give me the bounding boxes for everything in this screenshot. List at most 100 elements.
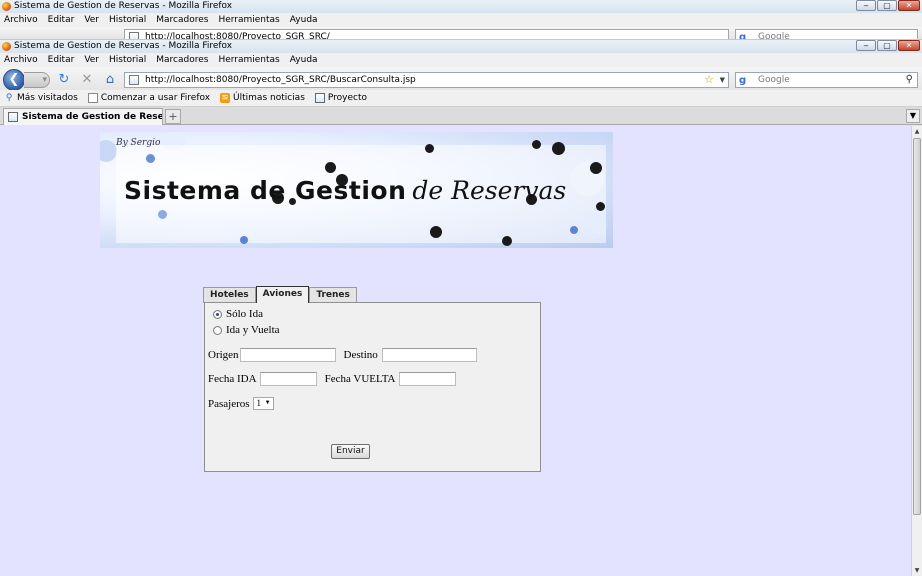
- page-content: By Sergio Sistema de Gestion de Reservas …: [0, 126, 911, 576]
- menu-archivo[interactable]: Archivo: [4, 53, 38, 67]
- browser-window: Sistema de Gestion de Reservas - Mozilla…: [0, 40, 922, 93]
- menu-marcadores[interactable]: Marcadores: [156, 53, 208, 67]
- forward-arrow-icon[interactable]: ▾: [24, 72, 50, 88]
- search-bar[interactable]: g Google ⚲: [735, 72, 918, 88]
- most-visited-icon: ⚲: [5, 93, 13, 103]
- search-icon[interactable]: ⚲: [906, 73, 913, 87]
- radio-solo-ida[interactable]: Sólo Ida: [213, 308, 263, 320]
- destino-field[interactable]: [381, 348, 477, 362]
- page-icon: [129, 32, 139, 39]
- menu-historial[interactable]: Historial: [109, 13, 146, 27]
- google-icon: g: [739, 32, 747, 40]
- origen-label: Origen: [208, 349, 239, 361]
- bookmark-comenzar[interactable]: Comenzar a usar Firefox: [84, 93, 210, 103]
- bookmark-proyecto[interactable]: Proyecto: [311, 93, 367, 103]
- destino-label: Destino: [343, 349, 378, 361]
- radio-button-selected[interactable]: [213, 309, 222, 319]
- background-title-bar: Sistema de Gestion de Reservas - Mozilla…: [0, 0, 922, 13]
- bookmark-label: Comenzar a usar Firefox: [100, 93, 211, 103]
- home-icon[interactable]: ⌂: [103, 73, 117, 87]
- radio-label: Sólo Ida: [226, 308, 263, 320]
- minimize-button[interactable]: ‒: [856, 0, 876, 11]
- bookmark-label: Proyecto: [327, 93, 368, 103]
- radio-ida-y-vuelta[interactable]: Ida y Vuelta: [213, 324, 280, 336]
- pasajeros-label: Pasajeros: [208, 397, 250, 410]
- tab-strip: Sistema de Gestion de Reservas + ▼: [0, 107, 922, 125]
- bookmarks-toolbar: ⚲ Más visitados Comenzar a usar Firefox …: [0, 90, 922, 107]
- page-icon: [87, 93, 98, 103]
- pasajeros-row: Pasajeros 1 ▼: [208, 397, 274, 410]
- menu-herramientas[interactable]: Herramientas: [218, 53, 279, 67]
- page-icon: [129, 75, 139, 85]
- scroll-up-icon[interactable]: ▲: [912, 126, 922, 137]
- bookmark-label: Últimas noticias: [233, 93, 305, 103]
- chevron-down-icon: ▼: [264, 400, 271, 406]
- new-tab-button[interactable]: +: [165, 109, 181, 124]
- firefox-icon: [2, 42, 11, 51]
- menu-ayuda[interactable]: Ayuda: [290, 53, 318, 67]
- minimize-button[interactable]: ‒: [856, 40, 876, 51]
- google-icon: g: [739, 75, 747, 86]
- bookmark-star-icon[interactable]: ☆: [704, 73, 714, 87]
- window-title: Sistema de Gestion de Reservas - Mozilla…: [14, 41, 233, 51]
- scroll-down-icon[interactable]: ▼: [912, 565, 922, 576]
- menu-bar: Archivo Editar Ver Historial Marcadores …: [0, 53, 922, 67]
- rss-icon: ≊: [220, 93, 231, 103]
- background-search-placeholder: Google: [758, 32, 790, 40]
- pasajeros-value: 1: [256, 398, 262, 408]
- bookmark-mas-visitados[interactable]: ⚲ Más visitados: [0, 93, 78, 103]
- background-window-controls: ‒ ▢ ✕: [856, 0, 920, 11]
- background-menu-bar: Archivo Editar Ver Historial Marcadores …: [0, 13, 922, 27]
- url-dropdown-icon[interactable]: ▼: [720, 73, 725, 87]
- url-bar[interactable]: http://localhost:8080/Proyecto_SGR_SRC/B…: [124, 72, 729, 88]
- url-text: http://localhost:8080/Proyecto_SGR_SRC/B…: [145, 75, 416, 85]
- tab-sistema-gestion[interactable]: Sistema de Gestion de Reservas: [3, 108, 163, 125]
- banner-title-script: de Reservas: [412, 176, 567, 205]
- tab-label: Sistema de Gestion de Reservas: [22, 112, 163, 122]
- menu-archivo[interactable]: Archivo: [4, 13, 38, 27]
- radio-button[interactable]: [213, 325, 222, 335]
- fecha-ida-label: Fecha IDA: [208, 373, 257, 385]
- stop-icon[interactable]: ✕: [80, 73, 94, 87]
- close-button[interactable]: ✕: [898, 40, 920, 51]
- menu-herramientas[interactable]: Herramientas: [218, 13, 279, 27]
- enviar-button[interactable]: Enviar: [331, 444, 370, 459]
- pasajeros-select[interactable]: 1 ▼: [252, 397, 274, 410]
- background-url-bar[interactable]: http://localhost:8080/Proyecto_SGR_SRC/: [124, 29, 729, 39]
- banner-signature: By Sergio: [116, 138, 161, 148]
- bookmark-label: Más visitados: [17, 93, 78, 103]
- origen-field[interactable]: [239, 348, 336, 362]
- menu-ver[interactable]: Ver: [84, 53, 99, 67]
- menu-historial[interactable]: Historial: [109, 53, 146, 67]
- scrollbar-thumb[interactable]: [913, 138, 921, 515]
- flight-search-form: Sólo Ida Ida y Vuelta Origen Destino Fec…: [204, 302, 541, 472]
- background-window-title: Sistema de Gestion de Reservas - Mozilla…: [14, 1, 233, 11]
- bookmark-ultimas-noticias[interactable]: ≊ Últimas noticias: [216, 93, 305, 103]
- fecha-ida-field[interactable]: [259, 372, 317, 386]
- origen-row: Origen Destino: [208, 348, 477, 362]
- list-tabs-icon[interactable]: ▼: [906, 109, 920, 123]
- menu-editar[interactable]: Editar: [48, 53, 75, 67]
- tab-trenes[interactable]: Trenes: [309, 287, 357, 303]
- title-bar: Sistema de Gestion de Reservas - Mozilla…: [0, 40, 922, 53]
- menu-editar[interactable]: Editar: [48, 13, 75, 27]
- banner-title-bold: Sistema de Gestion: [124, 176, 407, 205]
- search-placeholder: Google: [758, 75, 790, 85]
- firefox-icon: [2, 2, 11, 11]
- fecha-vuelta-field[interactable]: [398, 372, 456, 386]
- vertical-scrollbar[interactable]: ▲ ▼: [911, 126, 922, 576]
- maximize-button[interactable]: ▢: [877, 40, 897, 51]
- close-button[interactable]: ✕: [898, 0, 920, 11]
- tab-aviones[interactable]: Aviones: [255, 286, 310, 303]
- page-icon: [8, 112, 18, 122]
- menu-marcadores[interactable]: Marcadores: [156, 13, 208, 27]
- reload-icon[interactable]: ↻: [57, 73, 71, 87]
- background-search-bar[interactable]: g Google: [735, 29, 918, 40]
- fechas-row: Fecha IDA Fecha VUELTA: [208, 372, 456, 386]
- fecha-vuelta-label: Fecha VUELTA: [324, 373, 396, 385]
- menu-ver[interactable]: Ver: [84, 13, 99, 27]
- back-arrow-icon[interactable]: ❮: [3, 69, 25, 91]
- menu-ayuda[interactable]: Ayuda: [290, 13, 318, 27]
- tab-hoteles[interactable]: Hoteles: [203, 287, 256, 303]
- maximize-button[interactable]: ▢: [877, 0, 897, 11]
